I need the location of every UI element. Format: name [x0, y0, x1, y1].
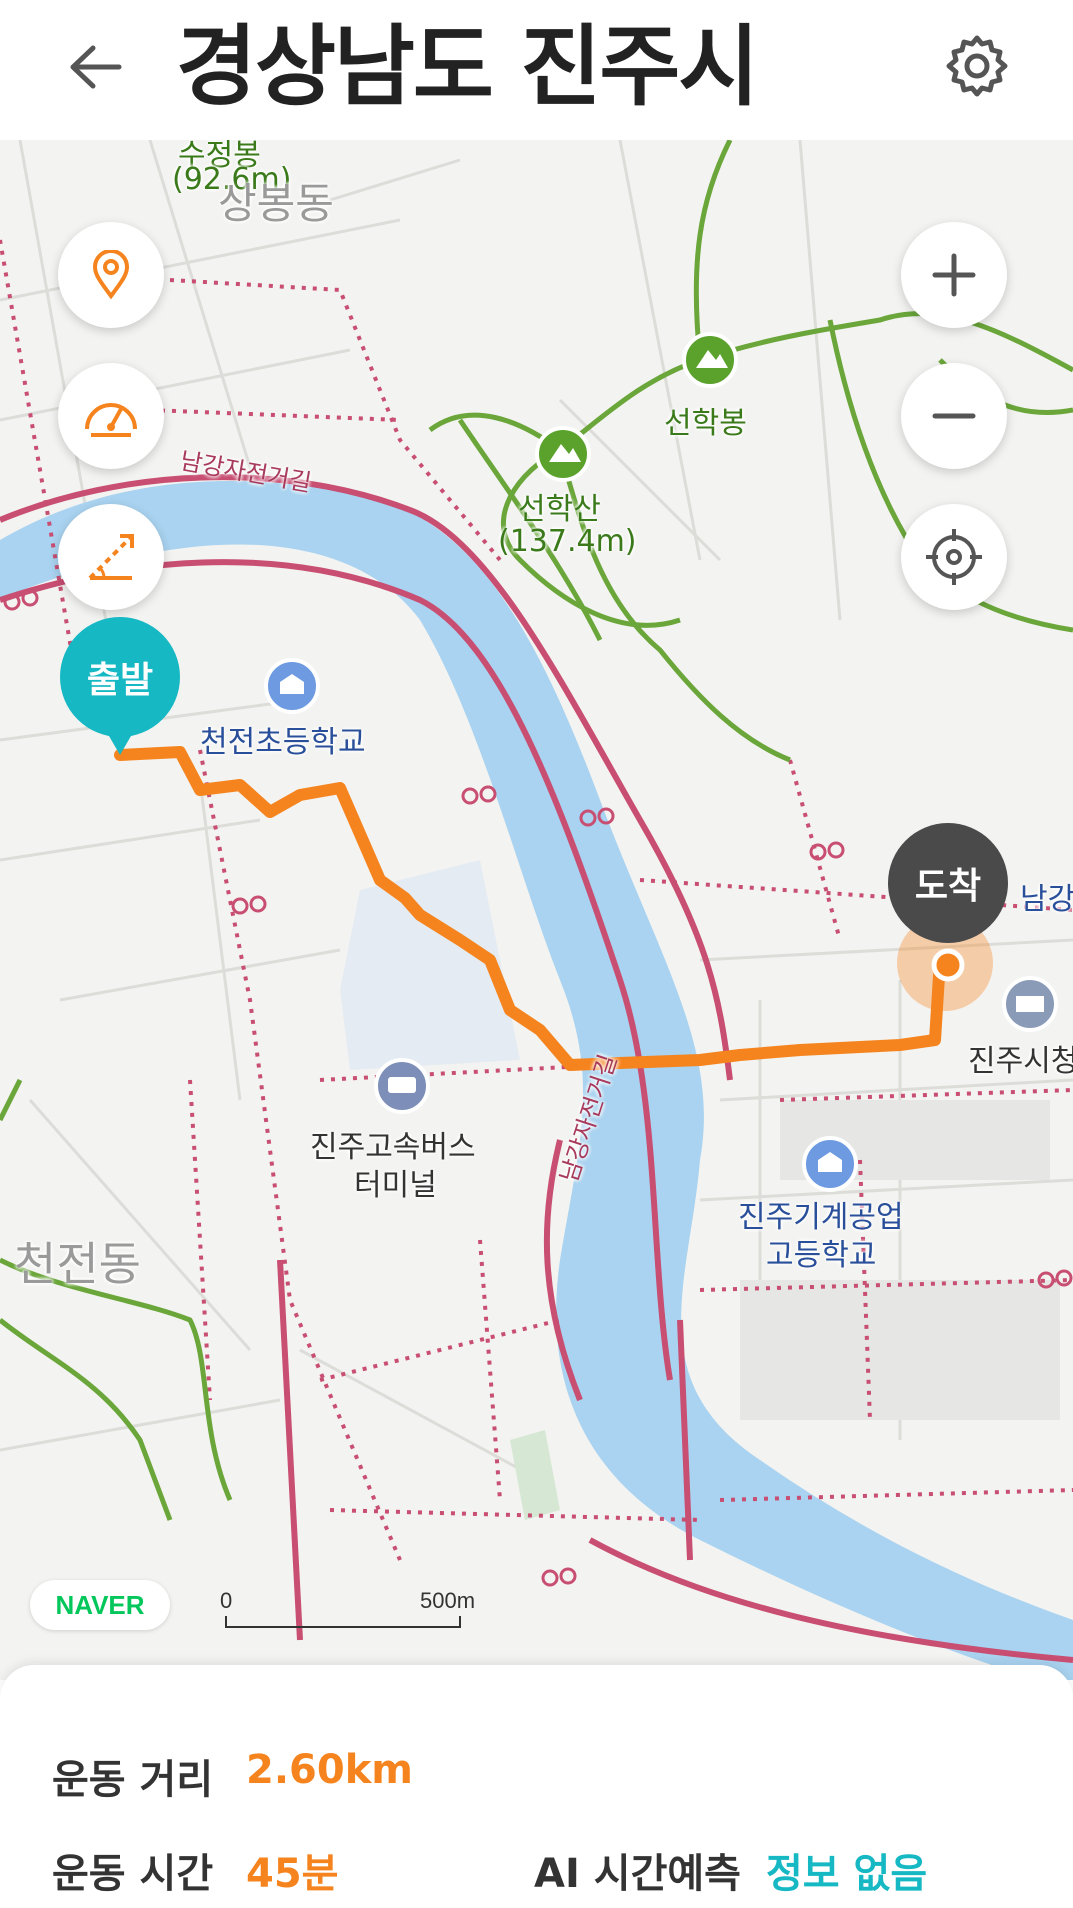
distance-label: 운동 거리 — [52, 1757, 214, 1803]
zoom-in-button[interactable] — [901, 222, 1007, 328]
label-city-hall: 진주시청 — [968, 1044, 1073, 1079]
label-district-top: 상봉동 — [218, 179, 334, 228]
location-pin-icon — [92, 250, 130, 300]
start-marker-tail — [98, 717, 142, 755]
time-value: 45분 — [246, 1851, 339, 1897]
scale-start: 0 — [220, 1588, 233, 1613]
ai-prediction-value: 정보 없음 — [766, 1851, 928, 1897]
zoom-in-icon — [932, 253, 976, 297]
header-bar: 경상남도 진주시 — [0, 0, 1073, 140]
label-bus-terminal-2: 터미널 — [354, 1168, 437, 1203]
naver-logo: NAVER — [30, 1580, 170, 1630]
scale-end: 500m — [420, 1588, 476, 1613]
back-button[interactable] — [62, 34, 128, 100]
ai-prediction-label: AI 시간예측 — [534, 1851, 741, 1897]
stats-panel: 운동 거리 2.60km 운동 시간 45분 AI 시간예측 정보 없음 — [0, 1665, 1073, 1908]
location-button[interactable] — [58, 222, 164, 328]
time-label: 운동 시간 — [52, 1851, 214, 1897]
end-marker[interactable]: 도착 — [888, 823, 1008, 943]
speed-button[interactable] — [58, 363, 164, 469]
crosshair-icon — [926, 529, 982, 585]
page-title: 경상남도 진주시 — [176, 15, 759, 118]
scale-bar — [225, 1616, 461, 1628]
route-slope-icon — [88, 534, 134, 580]
label-peak1: 선학봉 — [664, 406, 747, 441]
route-map[interactable]: 수정봉 (92.6m) 상봉동 선학봉 선학산 (137.4m) 남강자전거길 … — [0, 140, 1073, 1680]
label-school1: 천전초등학교 — [200, 725, 366, 760]
label-right-edge: 남강 — [1020, 882, 1073, 917]
zoom-out-icon — [932, 413, 976, 419]
zoom-out-button[interactable] — [901, 363, 1007, 469]
speedometer-icon — [85, 403, 137, 437]
label-peak2-height: (137.4m) — [498, 524, 637, 559]
start-marker[interactable]: 출발 — [60, 617, 180, 767]
gear-icon — [946, 35, 1008, 97]
arrow-left-icon — [70, 45, 122, 89]
label-peak2: 선학산 — [518, 492, 601, 527]
my-location-button[interactable] — [901, 504, 1007, 610]
label-district-left: 천전동 — [14, 1237, 141, 1291]
distance-value: 2.60km — [246, 1747, 413, 1793]
slope-button[interactable] — [58, 504, 164, 610]
label-school2-line2: 고등학교 — [766, 1238, 877, 1273]
settings-button[interactable] — [941, 30, 1013, 102]
